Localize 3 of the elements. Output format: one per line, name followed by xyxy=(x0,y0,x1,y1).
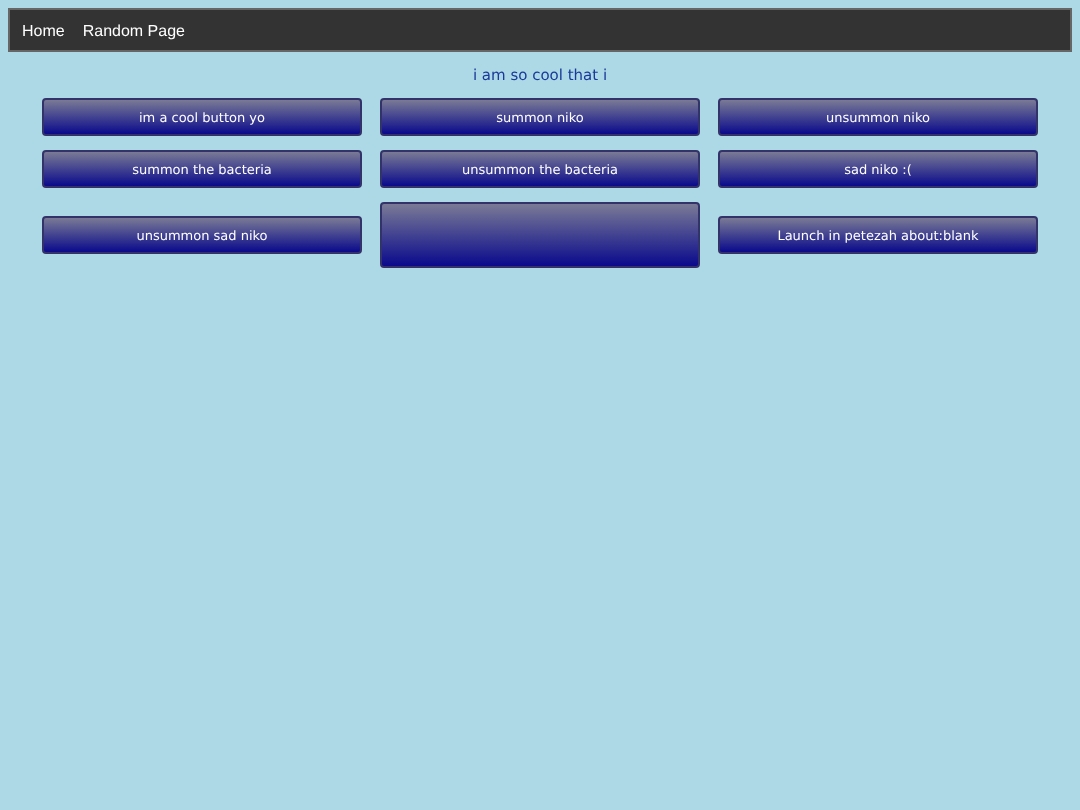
nav-link[interactable]: Random Page xyxy=(82,21,185,39)
blank-button[interactable] xyxy=(380,202,700,268)
nav-link[interactable]: Home xyxy=(22,21,65,39)
